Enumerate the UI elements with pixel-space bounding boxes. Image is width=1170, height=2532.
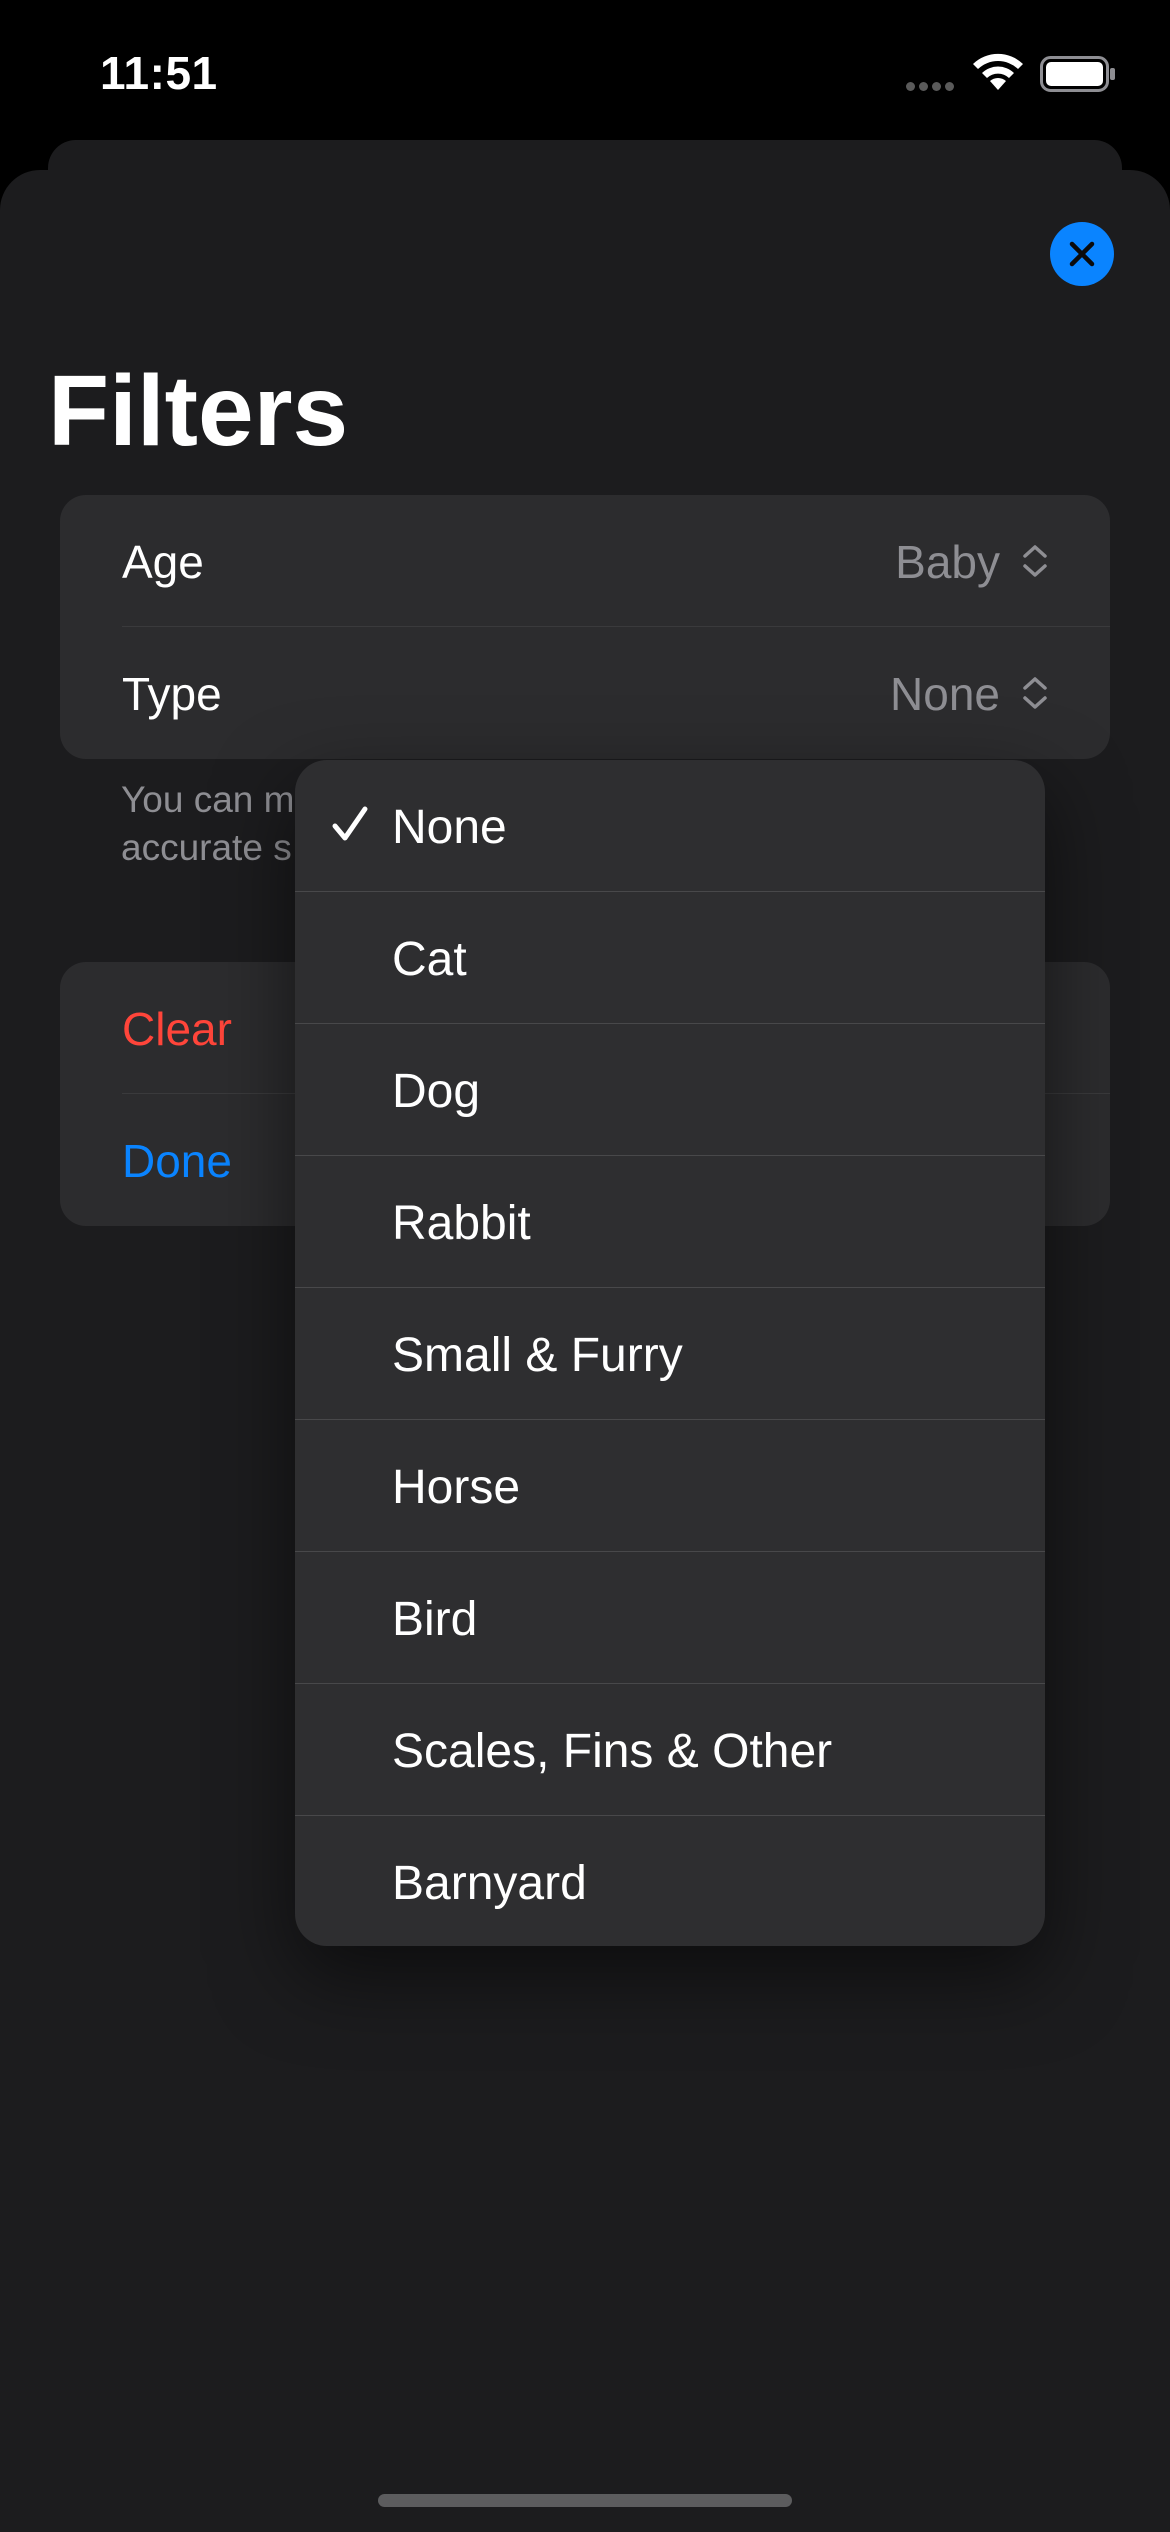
age-value: Baby (895, 536, 1000, 588)
menu-item-horse[interactable]: Horse (295, 1420, 1045, 1552)
menu-item-label: Scales, Fins & Other (392, 1725, 833, 1778)
menu-item-label: Bird (392, 1593, 478, 1646)
type-value: None (890, 668, 1000, 720)
cellular-signal-icon (906, 82, 954, 91)
checkmark-icon (332, 806, 368, 841)
type-picker-row[interactable]: Type None (60, 627, 1110, 759)
menu-item-scales-fins-other[interactable]: Scales, Fins & Other (295, 1684, 1045, 1816)
menu-item-label: Rabbit (392, 1197, 531, 1250)
status-time: 11:51 (100, 47, 218, 99)
filters-group: Age Baby Type None (60, 495, 1110, 759)
menu-item-dog[interactable]: Dog (295, 1024, 1045, 1156)
menu-item-small-furry[interactable]: Small & Furry (295, 1288, 1045, 1420)
menu-item-label: Horse (392, 1461, 521, 1514)
menu-item-label: Barnyard (392, 1857, 587, 1910)
age-picker-row[interactable]: Age Baby (60, 495, 1110, 627)
menu-item-rabbit[interactable]: Rabbit (295, 1156, 1045, 1288)
close-button[interactable] (1050, 222, 1114, 286)
close-icon (1069, 241, 1095, 267)
menu-item-label: Small & Furry (392, 1329, 683, 1382)
home-indicator[interactable] (378, 2494, 792, 2507)
status-bar: 11:51 (0, 0, 1170, 140)
wifi-icon (973, 53, 1023, 90)
menu-item-label: None (392, 801, 507, 854)
menu-item-cat[interactable]: Cat (295, 892, 1045, 1024)
menu-item-bird[interactable]: Bird (295, 1552, 1045, 1684)
menu-item-barnyard[interactable]: Barnyard (295, 1816, 1045, 1946)
battery-icon (1040, 56, 1115, 92)
clear-label: Clear (122, 1003, 232, 1055)
age-label: Age (122, 536, 204, 588)
type-label: Type (122, 668, 222, 720)
menu-item-none[interactable]: None (295, 760, 1045, 892)
chevron-up-down-icon (1023, 677, 1047, 709)
chevron-up-down-icon (1023, 545, 1047, 577)
done-label: Done (122, 1135, 232, 1187)
page-title: Filters (48, 355, 349, 467)
menu-item-label: Dog (392, 1065, 481, 1118)
type-dropdown-menu: None Cat Dog Rabbit Small & Furry Horse … (295, 760, 1045, 1946)
menu-item-label: Cat (392, 933, 467, 986)
